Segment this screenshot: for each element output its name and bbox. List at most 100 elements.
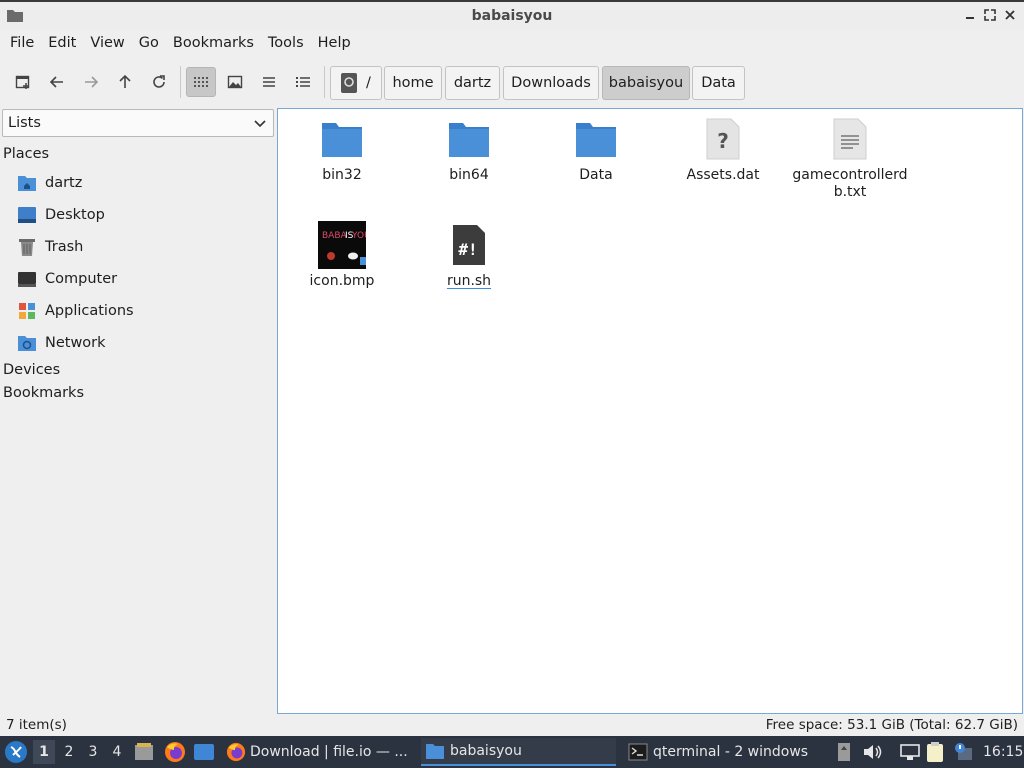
volume-icon[interactable]	[862, 736, 882, 768]
show-desktop-icon[interactable]	[193, 736, 215, 768]
terminal-icon	[628, 743, 648, 761]
workspace-2[interactable]: 2	[58, 740, 80, 764]
title-bar: babaisyou	[0, 0, 1024, 30]
reload-icon[interactable]	[144, 67, 174, 97]
thumb-text-baba: BABA	[322, 231, 348, 241]
folder-icon	[572, 115, 620, 163]
new-window-icon[interactable]	[8, 67, 38, 97]
update-notifier-icon[interactable]	[953, 736, 973, 768]
file-item-data[interactable]: Data	[536, 115, 656, 184]
file-item-run-sh[interactable]: #! run.sh	[409, 221, 529, 290]
place-dartz[interactable]: dartz	[16, 170, 82, 196]
place-label: Computer	[45, 271, 118, 287]
workspace-3[interactable]: 3	[82, 740, 104, 764]
computer-icon	[16, 268, 38, 290]
folder-icon	[425, 742, 445, 760]
icon-view-icon[interactable]	[186, 67, 216, 97]
breadcrumb-data[interactable]: Data	[692, 66, 745, 100]
toolbar-separator	[324, 66, 325, 98]
clipboard-icon[interactable]	[926, 736, 944, 768]
network-icon	[16, 332, 38, 354]
file-name: Assets.dat	[686, 167, 760, 183]
taskbar: 1 2 3 4 Download | file.io — ... babaisy…	[0, 736, 1024, 768]
file-item-bin64[interactable]: bin64	[409, 115, 529, 184]
firefox-icon	[226, 742, 246, 762]
task-qterminal[interactable]: qterminal - 2 windows	[624, 738, 814, 766]
file-name: run.sh	[446, 273, 492, 289]
workspace-1[interactable]: 1	[33, 740, 55, 764]
maximize-icon[interactable]	[981, 6, 999, 24]
file-item-assets-dat[interactable]: ? Assets.dat	[663, 115, 783, 184]
breadcrumb-downloads[interactable]: Downloads	[503, 66, 599, 100]
desktop-icon	[16, 204, 38, 226]
minimize-icon[interactable]	[961, 6, 979, 24]
menu-file[interactable]: File	[3, 35, 41, 51]
svg-text:?: ?	[717, 129, 729, 153]
detailed-list-view-icon[interactable]	[288, 67, 318, 97]
close-icon[interactable]	[1001, 6, 1019, 24]
menu-bookmarks[interactable]: Bookmarks	[166, 35, 261, 51]
folder-app-icon	[6, 7, 24, 23]
folder-icon	[318, 115, 366, 163]
file-name: gamecontrollerdb.txt	[792, 167, 908, 200]
place-trash[interactable]: Trash	[16, 234, 83, 260]
toolbar: / home dartz Downloads babaisyou Data	[0, 60, 1024, 104]
task-label: qterminal - 2 windows	[653, 744, 809, 760]
menu-go[interactable]: Go	[132, 35, 166, 51]
back-arrow-icon[interactable]	[42, 67, 72, 97]
side-pane-mode-value: Lists	[8, 115, 41, 131]
place-desktop[interactable]: Desktop	[16, 202, 105, 228]
file-name: bin64	[449, 167, 489, 183]
task-firefox[interactable]: Download | file.io — ...	[222, 738, 412, 766]
compact-view-icon[interactable]	[254, 67, 284, 97]
breadcrumb-root-label: /	[366, 75, 371, 91]
clock: 16:15	[983, 744, 1024, 760]
file-item-gamecontrollerdb[interactable]: gamecontrollerdb.txt	[790, 115, 910, 201]
menu-view[interactable]: View	[83, 35, 131, 51]
menu-edit[interactable]: Edit	[41, 35, 83, 51]
place-network[interactable]: Network	[16, 330, 106, 356]
start-menu-icon[interactable]	[4, 736, 28, 768]
trash-icon	[16, 236, 38, 258]
folder-view[interactable]: bin32 bin64 Data ? Assets.dat gamecontro…	[277, 108, 1023, 714]
breadcrumb-home[interactable]: home	[384, 66, 442, 100]
storage-tray-icon[interactable]	[836, 736, 852, 768]
svg-text:#!: #!	[458, 240, 477, 259]
file-name: icon.bmp	[309, 273, 375, 289]
file-name: bin32	[322, 167, 362, 183]
menu-help[interactable]: Help	[311, 35, 358, 51]
file-manager-launcher-icon[interactable]	[134, 736, 154, 768]
breadcrumb-dartz[interactable]: dartz	[445, 66, 500, 100]
path-toggle-icon	[341, 73, 358, 93]
shell-script-icon: #!	[445, 221, 493, 269]
free-space: Free space: 53.1 GiB (Total: 62.7 GiB)	[765, 717, 1018, 733]
task-label: babaisyou	[450, 743, 522, 759]
thumb-text-you: YOU	[351, 231, 366, 241]
applications-icon	[16, 300, 38, 322]
file-item-bin32[interactable]: bin32	[282, 115, 402, 184]
menu-tools[interactable]: Tools	[261, 35, 311, 51]
file-item-icon-bmp[interactable]: BABA IS YOU icon.bmp	[282, 221, 402, 290]
folder-icon	[445, 115, 493, 163]
network-tray-icon[interactable]	[899, 736, 921, 768]
text-file-icon	[826, 115, 874, 163]
firefox-launcher-icon[interactable]	[164, 736, 186, 768]
thumbnail-view-icon[interactable]	[220, 67, 250, 97]
devices-header[interactable]: Devices	[3, 362, 60, 378]
places-header[interactable]: Places	[3, 146, 49, 162]
place-computer[interactable]: Computer	[16, 266, 117, 292]
place-label: Trash	[45, 239, 84, 255]
up-arrow-icon[interactable]	[110, 67, 140, 97]
place-label: Network	[45, 335, 106, 351]
side-pane-mode-select[interactable]: Lists	[2, 109, 274, 137]
forward-arrow-icon[interactable]	[76, 67, 106, 97]
workspace-4[interactable]: 4	[106, 740, 128, 764]
bookmarks-header[interactable]: Bookmarks	[3, 385, 84, 401]
status-bar: 7 item(s) Free space: 53.1 GiB (Total: 6…	[0, 714, 1024, 736]
place-label: Applications	[45, 303, 134, 319]
task-babaisyou[interactable]: babaisyou	[421, 738, 616, 766]
place-applications[interactable]: Applications	[16, 298, 134, 324]
breadcrumb-babaisyou[interactable]: babaisyou	[602, 66, 690, 100]
breadcrumb-root[interactable]: /	[330, 66, 382, 100]
task-label: Download | file.io — ...	[250, 744, 408, 760]
